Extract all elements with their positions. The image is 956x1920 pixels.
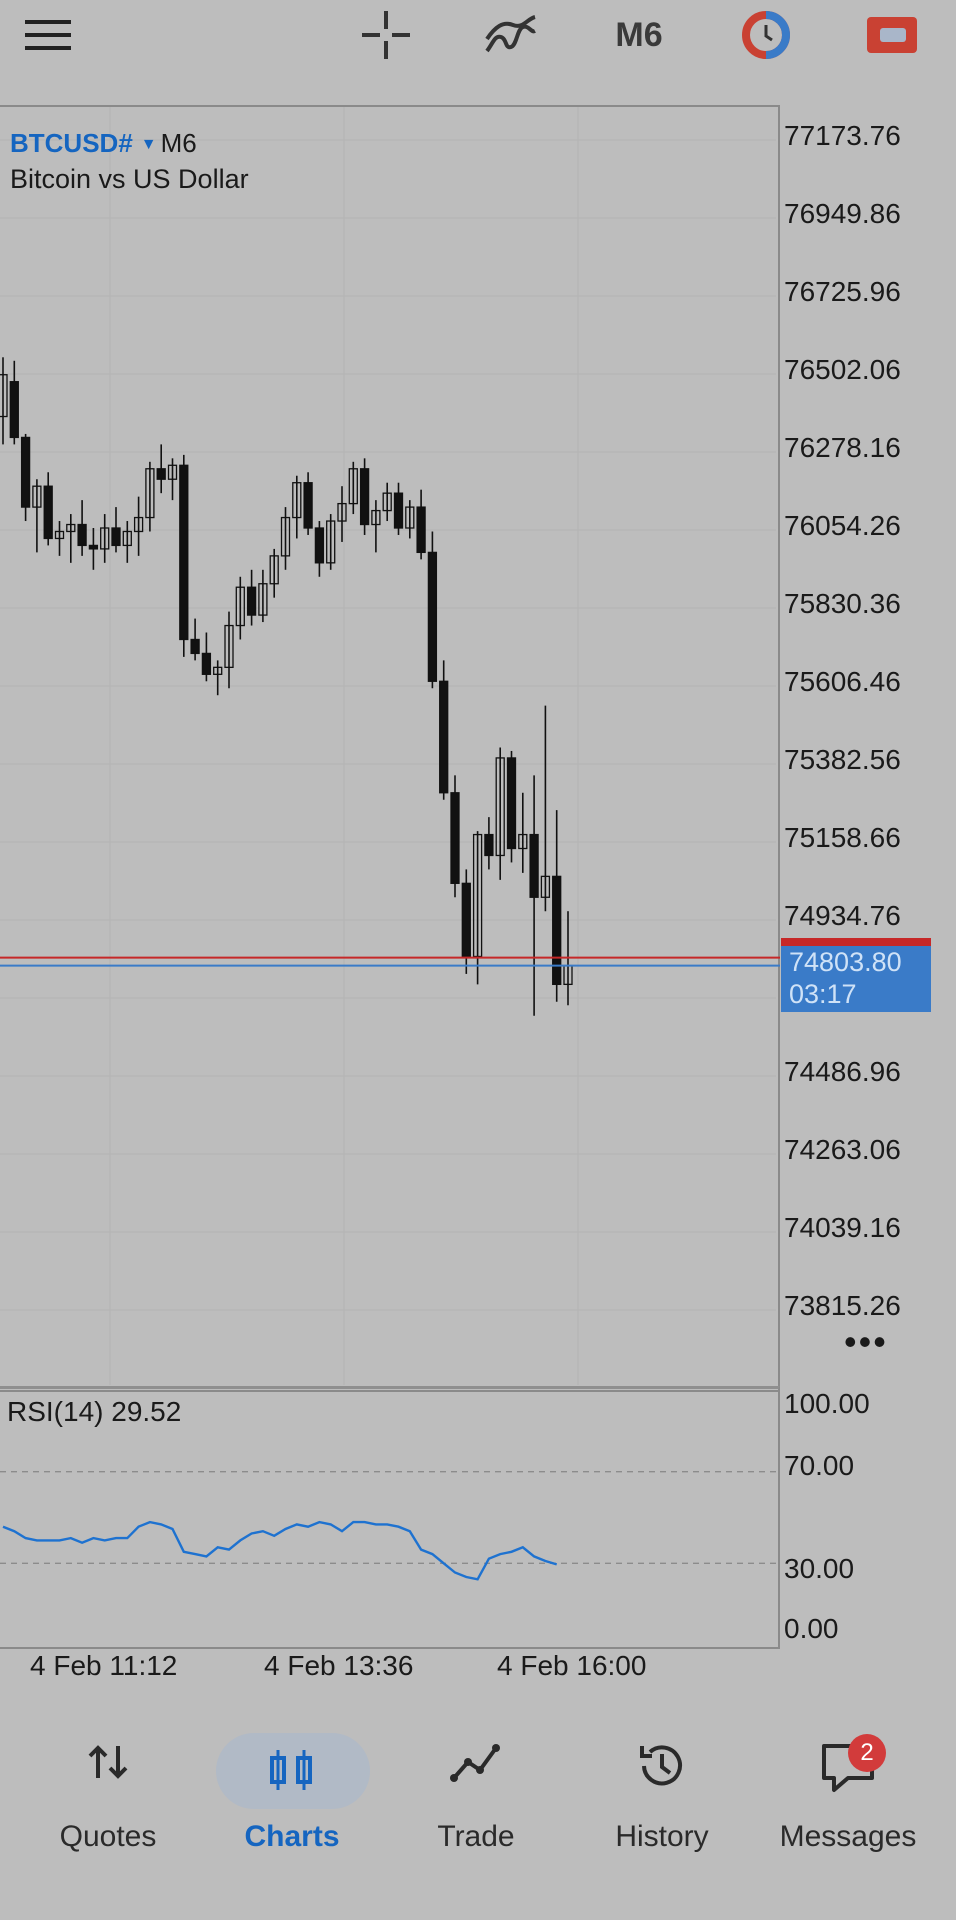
- time-axis-label: 4 Feb 11:12: [30, 1650, 178, 1681]
- price-axis-label: 76054.26: [784, 510, 901, 541]
- bearish-candle: [393, 492, 404, 529]
- price-axis-label: 75830.36: [784, 588, 901, 619]
- rsi-line: [2, 1520, 558, 1581]
- rsi-level-0: 0.00: [784, 1613, 839, 1644]
- trade-icon: [450, 1740, 502, 1789]
- chart-window[interactable]: BTCUSD# ▼ M6 Bitcoin vs US Dollar 77173.76…: [0, 0, 956, 1700]
- bearish-candle: [303, 482, 313, 529]
- nav-trade[interactable]: Trade: [386, 1700, 566, 1900]
- symbol-name[interactable]: BTCUSD#: [10, 128, 133, 158]
- nav-quotes[interactable]: Quotes: [18, 1700, 198, 1900]
- nav-history[interactable]: History: [572, 1700, 752, 1900]
- nav-charts[interactable]: Charts: [202, 1700, 382, 1900]
- quotes-icon: [86, 1740, 130, 1789]
- price-axis-label: 73815.26: [784, 1290, 901, 1321]
- nav-history-label: History: [615, 1820, 709, 1853]
- nav-quotes-label: Quotes: [59, 1820, 157, 1853]
- bottom-navigation: Quotes Charts Trade History Messages 2: [0, 1700, 956, 1920]
- bearish-candle: [111, 527, 121, 547]
- nav-charts-label: Charts: [244, 1820, 340, 1853]
- price-axis-label: 76725.96: [784, 276, 901, 307]
- rsi-level-70: 70.00: [784, 1450, 855, 1481]
- bearish-candle: [439, 680, 449, 794]
- price-axis-label: 75606.46: [784, 666, 901, 697]
- more-options-icon[interactable]: •••: [844, 1324, 888, 1360]
- bearish-candle: [314, 527, 325, 564]
- nav-trade-label: Trade: [437, 1820, 515, 1853]
- bearish-candle: [179, 464, 189, 641]
- bearish-candle: [427, 551, 438, 682]
- bearish-candle: [77, 523, 87, 547]
- price-axis-label: 76502.06: [784, 354, 901, 385]
- current-price-marker: 74803.80 03:17: [781, 946, 931, 1012]
- chart-timeframe: M6: [160, 128, 197, 158]
- bearish-candle: [20, 436, 31, 508]
- bearish-candle: [506, 757, 517, 850]
- bearish-candle: [552, 875, 562, 986]
- nav-messages-label: Messages: [779, 1820, 917, 1853]
- bearish-candle: [190, 638, 200, 655]
- price-axis-label: 74934.76: [784, 900, 901, 931]
- current-price: 74803.80: [789, 947, 902, 977]
- time-axis-label: 4 Feb 16:00: [497, 1650, 647, 1681]
- price-axis-label: 74039.16: [784, 1212, 901, 1243]
- price-axis-label: 74486.96: [784, 1056, 901, 1087]
- symbol-description: Bitcoin vs US Dollar: [10, 164, 249, 194]
- bearish-candle: [88, 544, 99, 550]
- bearish-candle: [416, 506, 426, 554]
- symbol-header[interactable]: BTCUSD# ▼ M6: [10, 128, 197, 159]
- price-axis-label: 76278.16: [784, 432, 901, 463]
- rsi-level-30: 30.00: [784, 1553, 855, 1584]
- bearish-candle: [156, 468, 166, 480]
- rsi-level-100: 100.00: [784, 1388, 870, 1419]
- bearish-candle: [461, 882, 471, 958]
- bearish-candle: [529, 833, 539, 898]
- bearish-candle: [43, 485, 53, 540]
- bearish-candle: [9, 381, 19, 439]
- price-axis-label: 74263.06: [784, 1134, 901, 1165]
- nav-messages[interactable]: Messages: [758, 1700, 938, 1900]
- price-axis-label: 76949.86: [784, 198, 901, 229]
- history-icon: [636, 1740, 688, 1797]
- bearish-candle: [201, 652, 212, 675]
- bar-countdown: 03:17: [789, 979, 857, 1009]
- charts-icon: [270, 1748, 314, 1797]
- messages-badge: 2: [848, 1734, 886, 1772]
- price-axis-label: 77173.76: [784, 120, 901, 151]
- bearish-candle: [359, 468, 370, 526]
- price-axis-label: 75382.56: [784, 744, 901, 775]
- time-axis-label: 4 Feb 13:36: [264, 1650, 414, 1681]
- bearish-candle: [450, 792, 460, 884]
- bearish-candle: [246, 586, 257, 616]
- dropdown-arrow-icon[interactable]: ▼: [141, 136, 157, 153]
- bearish-candle: [484, 833, 494, 857]
- rsi-title: RSI(14) 29.52: [7, 1396, 182, 1427]
- price-axis-label: 75158.66: [784, 822, 901, 853]
